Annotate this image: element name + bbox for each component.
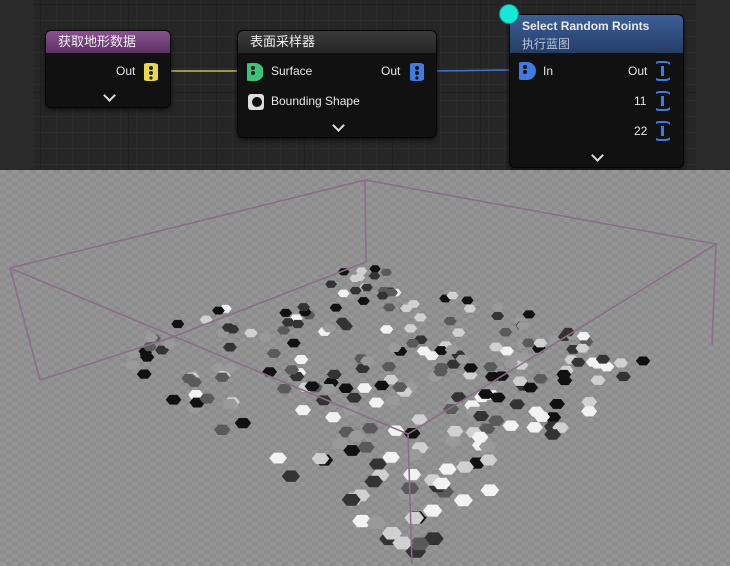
node-header: Select Random Roints 执行蓝图 bbox=[510, 15, 683, 53]
point-data-pin-icon[interactable] bbox=[247, 62, 263, 82]
point-data-pin-icon[interactable] bbox=[410, 62, 424, 82]
node-surface-sampler[interactable]: 表面采样器 Surface Out Bounding Shape bbox=[237, 30, 437, 138]
out-pin-label: Out bbox=[628, 64, 648, 78]
3d-viewport[interactable] bbox=[0, 170, 730, 566]
point-data-pin-icon[interactable] bbox=[519, 61, 537, 81]
bounding-shape-pin-label: Bounding Shape bbox=[271, 94, 360, 108]
expand-chevron-icon[interactable] bbox=[103, 89, 116, 102]
pin-11-label: 11 bbox=[634, 94, 647, 108]
out-pin-label: Out bbox=[381, 64, 401, 78]
node-subtitle: 执行蓝图 bbox=[522, 37, 571, 51]
bounding-shape-icon[interactable] bbox=[247, 93, 265, 111]
debug-selection-marker[interactable] bbox=[499, 4, 519, 24]
node-select-random-points[interactable]: Select Random Roints 执行蓝图 In Out 11 22 bbox=[509, 14, 684, 168]
pin-22-label: 22 bbox=[634, 124, 648, 138]
point-data-pin-icon[interactable] bbox=[656, 121, 670, 141]
out-pin-label: Out bbox=[116, 64, 136, 78]
expand-chevron-icon[interactable] bbox=[332, 119, 345, 132]
expand-chevron-icon[interactable] bbox=[591, 149, 604, 162]
node-title: 表面采样器 bbox=[238, 31, 436, 53]
pcg-graph-editor[interactable]: 获取地形数据 Out 表面采样器 Surface Out Bounding Sh… bbox=[0, 0, 730, 170]
point-data-pin-icon[interactable] bbox=[656, 91, 670, 111]
point-data-pin-icon[interactable] bbox=[144, 62, 158, 82]
node-title: Select Random Roints bbox=[522, 19, 650, 33]
node-get-terrain-data[interactable]: 获取地形数据 Out bbox=[45, 30, 171, 108]
in-pin-label: In bbox=[543, 64, 554, 78]
point-data-pin-icon[interactable] bbox=[656, 61, 670, 81]
node-title: 获取地形数据 bbox=[46, 31, 170, 53]
surface-pin-label: Surface bbox=[271, 64, 313, 78]
